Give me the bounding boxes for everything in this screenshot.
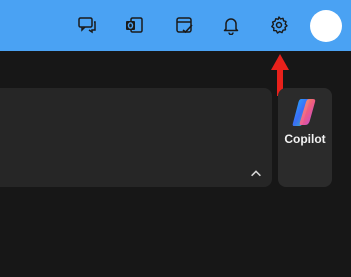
notes-button[interactable] xyxy=(169,10,199,40)
chat-button[interactable] xyxy=(72,10,102,40)
content-panel xyxy=(0,88,272,187)
copilot-logo-icon xyxy=(292,99,316,126)
copilot-label: Copilot xyxy=(284,132,326,146)
bell-icon xyxy=(223,18,239,35)
outlook-icon xyxy=(126,17,143,33)
gear-icon xyxy=(271,16,288,34)
notifications-button[interactable] xyxy=(216,10,246,40)
chat-bubbles-icon xyxy=(78,17,96,34)
outlook-button[interactable] xyxy=(119,10,149,40)
top-toolbar xyxy=(0,0,351,51)
chevron-up-icon xyxy=(251,170,261,177)
settings-button[interactable] xyxy=(264,10,294,40)
avatar[interactable] xyxy=(310,10,342,42)
notepad-check-icon xyxy=(176,17,193,34)
copilot-button[interactable]: Copilot xyxy=(278,88,332,187)
collapse-button[interactable] xyxy=(248,166,264,182)
